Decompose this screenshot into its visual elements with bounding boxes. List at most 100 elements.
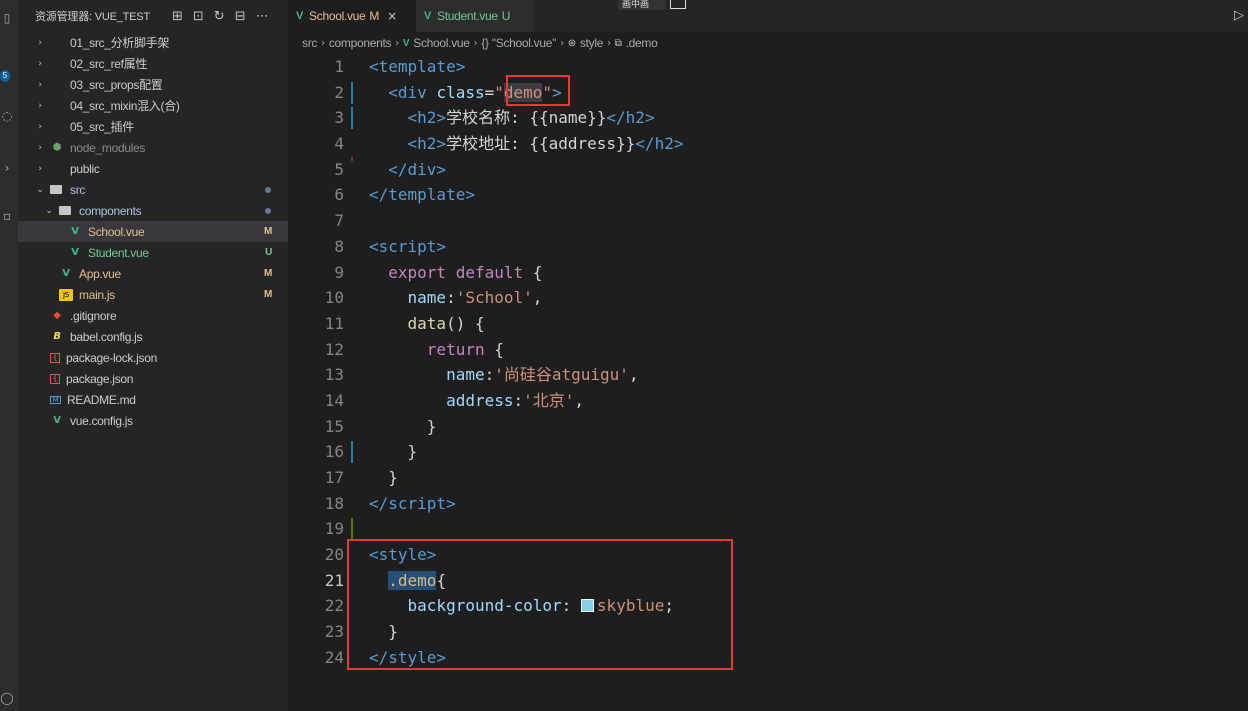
tree-item-readme-md[interactable]: M README.md — [18, 389, 288, 410]
tree-item-02-src-ref-[interactable]: › 02_src_ref属性 — [18, 53, 288, 74]
code-line[interactable]: 12 return { — [288, 337, 1248, 363]
tree-item--gitignore[interactable]: ◆ .gitignore — [18, 305, 288, 326]
line-number: 8 — [334, 236, 344, 256]
tree-item-label: babel.config.js — [70, 329, 143, 344]
code-line[interactable]: 4 <h2>学校地址: {{address}}</h2> — [288, 131, 1248, 157]
line-number: 17 — [324, 468, 344, 487]
breadcrumb-item[interactable]: components — [329, 36, 392, 50]
new-file-icon[interactable]: ⊞ — [172, 9, 183, 24]
tree-item-school-vue[interactable]: V School.vue M — [18, 221, 288, 242]
account-icon[interactable]: ◯ — [0, 690, 14, 706]
tree-item-label: .gitignore — [70, 308, 117, 323]
line-number: 10 — [324, 288, 344, 308]
vue-file-icon: V — [424, 10, 432, 22]
code-line[interactable]: 10 name:'School', — [288, 285, 1248, 311]
breadcrumb-item[interactable]: {} "School.vue" — [481, 36, 556, 50]
chevron-right-icon: › — [607, 37, 611, 49]
tree-item-src[interactable]: ⌄ src — [18, 179, 288, 200]
code-text: <template> — [369, 57, 466, 76]
breadcrumb-item[interactable]: src — [302, 36, 317, 50]
refresh-icon[interactable]: ↻ — [214, 9, 225, 24]
activity-bar: ▯ 5 ◌ › ▫ ◯ — [0, 0, 18, 711]
line-number: 7 — [334, 211, 344, 231]
demo-class-highlight-box — [506, 75, 570, 106]
code-line[interactable]: 14 address:'北京', — [288, 388, 1248, 414]
pip-label[interactable]: 画中画 — [618, 0, 666, 10]
chevron-right-icon: › — [38, 100, 42, 111]
folder-icon — [50, 121, 64, 133]
code-text: export default { — [388, 262, 543, 282]
line-number: 5 — [334, 159, 344, 179]
code-line[interactable]: 6 </template> — [288, 182, 1248, 208]
markdown-file-icon: M — [50, 395, 61, 404]
breadcrumb-item[interactable]: style — [580, 36, 603, 50]
json-file-icon: { — [50, 373, 60, 384]
code-line[interactable]: 3 <h2>学校名称: {{name}}</h2> — [288, 105, 1248, 131]
explorer-header: 资源管理器: VUE_TEST ⊞ ⊡ ↻ ⊟ ⋯ — [18, 0, 288, 32]
tree-item-label: package-lock.json — [66, 350, 157, 365]
new-folder-icon[interactable]: ⊡ — [193, 9, 204, 24]
tree-item-label: README.md — [67, 392, 136, 407]
remote-icon[interactable]: ▫ — [0, 208, 14, 224]
chevron-right-icon: › — [38, 121, 42, 132]
code-line[interactable]: 8 <script> — [288, 234, 1248, 260]
line-number: 19 — [324, 519, 344, 539]
tree-item-app-vue[interactable]: V App.vue M — [18, 263, 288, 284]
tab-school[interactable]: V School.vue M × — [288, 0, 416, 32]
chevron-right-icon: › — [38, 58, 42, 69]
code-text: address:'北京', — [446, 390, 585, 410]
tab-student[interactable]: V Student.vue U — [416, 0, 534, 32]
code-line[interactable]: 16 } — [288, 439, 1248, 465]
close-icon[interactable]: × — [387, 9, 397, 23]
code-text: name:'尚硅谷atguigu', — [446, 365, 639, 385]
tree-item-03-src-props-[interactable]: › 03_src_props配置 — [18, 74, 288, 95]
folder-icon — [50, 185, 62, 194]
tree-item-label: Student.vue — [88, 245, 149, 260]
chevron-down-icon: ⌄ — [45, 205, 53, 216]
code-line[interactable]: 18 </script> — [288, 491, 1248, 517]
line-number: 21 — [324, 570, 344, 590]
code-text: return { — [426, 339, 504, 359]
tree-item-components[interactable]: ⌄ components — [18, 200, 288, 221]
tree-item-01-src-[interactable]: › 01_src_分析脚手架 — [18, 32, 288, 53]
line-number: 20 — [324, 545, 344, 565]
tree-item-label: 05_src_插件 — [70, 120, 134, 134]
run-icon[interactable]: ▷ — [1234, 8, 1244, 23]
run-debug-icon[interactable]: ◌ — [0, 108, 14, 124]
code-line[interactable]: 2 <div class="demo"> — [288, 80, 1248, 106]
code-line[interactable]: 11 data() { — [288, 311, 1248, 337]
line-number: 15 — [324, 416, 344, 436]
breadcrumb-item[interactable]: School.vue — [413, 36, 470, 50]
tree-item-label: App.vue — [79, 266, 121, 281]
tree-item-node-modules[interactable]: › ⬢ node_modules — [18, 137, 288, 158]
code-line[interactable]: 7 — [288, 208, 1248, 234]
tree-item-public[interactable]: › public — [18, 158, 288, 179]
tree-item-04-src-mixin-[interactable]: › 04_src_mixin混入(合) — [18, 95, 288, 116]
tree-item-student-vue[interactable]: V Student.vue U — [18, 242, 288, 263]
chevron-right-icon: › — [38, 142, 42, 153]
explorer-title: 资源管理器: VUE_TEST — [35, 11, 150, 23]
tree-item-main-js[interactable]: JS main.js M — [18, 284, 288, 305]
git-status-badge: M — [263, 268, 272, 279]
code-line[interactable]: 1 <template> — [288, 54, 1248, 80]
breadcrumb-item[interactable]: .demo — [626, 36, 658, 50]
code-line[interactable]: 15 } — [288, 414, 1248, 440]
tree-item-vue-config-js[interactable]: Vvue.config.js — [18, 410, 288, 431]
tab-status: M — [369, 9, 380, 23]
json-file-icon: { — [50, 352, 60, 363]
tree-item-package-lock-json[interactable]: { package-lock.json — [18, 347, 288, 368]
line-number: 4 — [334, 134, 344, 154]
explorer-icon[interactable]: ▯ — [0, 10, 14, 26]
more-icon[interactable]: ⋯ — [256, 9, 269, 24]
code-line[interactable]: 9 export default { — [288, 260, 1248, 286]
extensions-icon[interactable]: › — [0, 160, 14, 176]
tree-item-babel-config-js[interactable]: Bbabel.config.js — [18, 326, 288, 347]
code-line[interactable]: 13 name:'尚硅谷atguigu', — [288, 362, 1248, 388]
code-line[interactable]: 5 </div> — [288, 156, 1248, 183]
tree-item-package-json[interactable]: {package.json — [18, 368, 288, 389]
pip-icon[interactable] — [670, 0, 686, 9]
tree-item-05-src-[interactable]: › 05_src_插件 — [18, 116, 288, 137]
code-text: } — [369, 416, 437, 436]
code-line[interactable]: 17 } — [288, 465, 1248, 491]
collapse-all-icon[interactable]: ⊟ — [235, 9, 246, 24]
